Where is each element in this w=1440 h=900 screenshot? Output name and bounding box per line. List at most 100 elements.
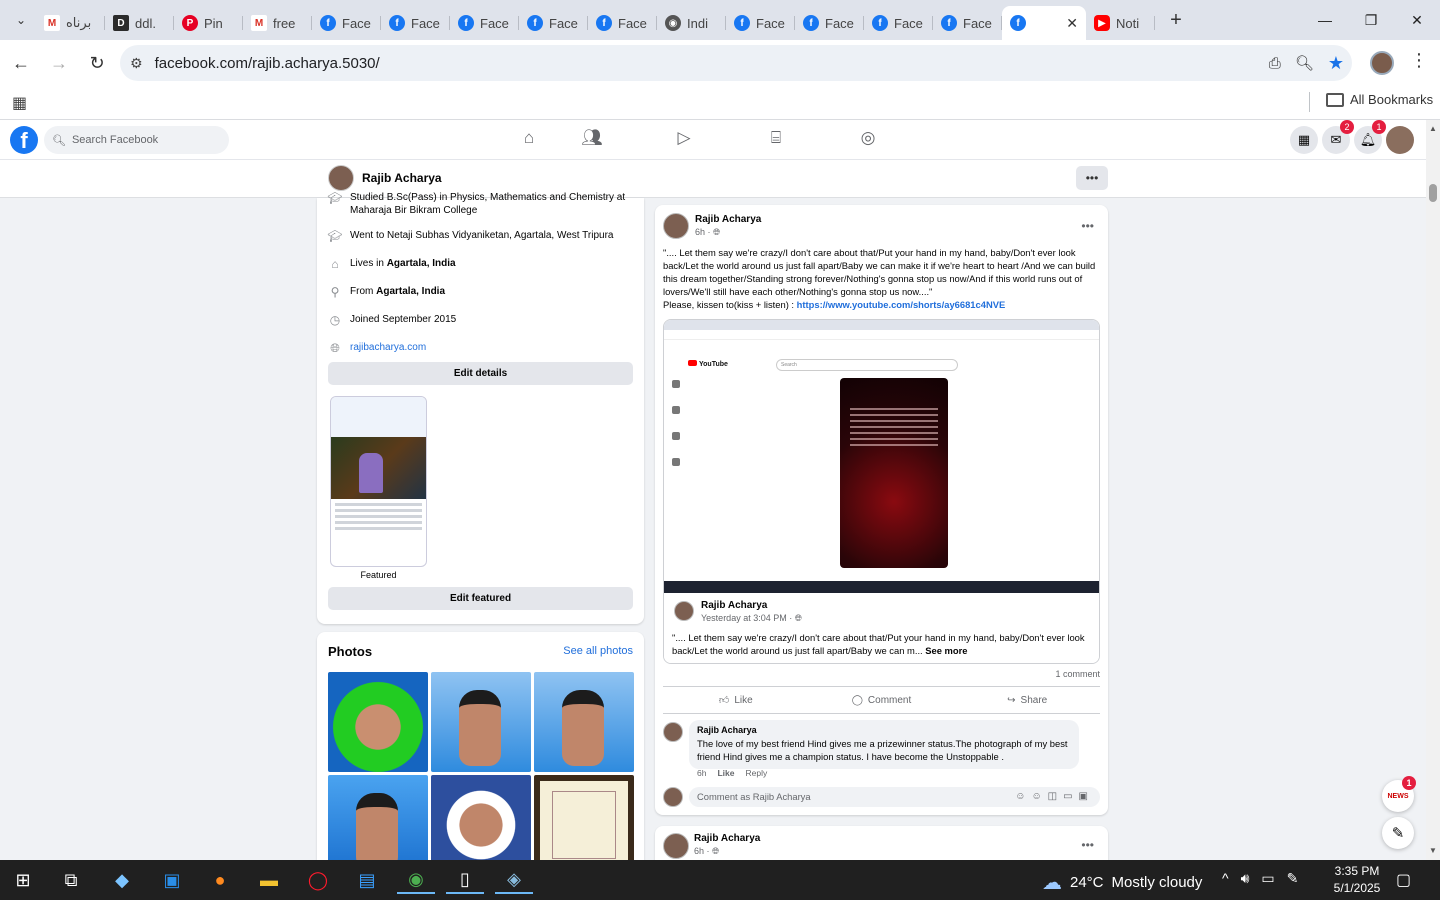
close-tab-icon[interactable]: ✕ [1066, 15, 1078, 32]
see-all-photos-link[interactable]: See all photos [563, 645, 633, 657]
microsoft-store-icon[interactable]: ▤ [348, 866, 386, 894]
comment-input[interactable]: Comment as Rajib Acharya ☺☺◫▭▣ [689, 787, 1100, 807]
browser-tab[interactable]: f Face [312, 7, 381, 39]
browser-tab[interactable]: Dddl. [105, 7, 174, 39]
notepad-icon[interactable]: ▯ [446, 866, 484, 894]
facebook-logo[interactable]: f [10, 126, 38, 154]
edit-details-button[interactable]: Edit details [328, 362, 633, 385]
profile-avatar[interactable] [328, 165, 354, 191]
chrome-profile-avatar[interactable] [1370, 51, 1394, 75]
post-author-avatar[interactable] [663, 213, 689, 239]
next-post-author[interactable]: Rajib Acharya [694, 833, 760, 844]
home-icon[interactable]: ⌂ [512, 128, 546, 148]
photos-app-icon[interactable]: ◈ [495, 866, 533, 894]
chrome-menu-icon[interactable]: ⋮ [1410, 50, 1428, 71]
browser-tab[interactable]: f Face [726, 7, 795, 39]
shared-time[interactable]: Yesterday at 3:04 PM · [701, 613, 795, 623]
comment-button[interactable]: ◯ Comment [809, 687, 955, 713]
forward-button[interactable]: → [42, 46, 76, 80]
browser-tab[interactable]: P Pin [174, 7, 243, 39]
bookmark-star-icon[interactable]: ★ [1328, 53, 1344, 74]
browser-tab[interactable]: ◉ Indi [657, 7, 726, 39]
browser-tab[interactable]: ▶ Noti [1086, 7, 1155, 39]
website-link[interactable]: rajibacharya.com [350, 341, 426, 354]
marketplace-icon[interactable]: ⌸ [730, 128, 822, 148]
file-explorer-icon[interactable]: ▬ [250, 866, 288, 894]
zoom-icon[interactable]: 🔍︎ [1295, 54, 1314, 72]
store-icon[interactable]: ▣ [153, 866, 191, 894]
share-button[interactable]: ↪ Share [954, 687, 1100, 713]
post-author-name[interactable]: Rajib Acharya [695, 214, 761, 225]
lives-place[interactable]: Agartala, India [387, 258, 456, 269]
comment-like-link[interactable]: Like [717, 768, 734, 778]
video-icon[interactable]: ▷ [638, 128, 730, 148]
firefox-icon[interactable]: ● [201, 866, 239, 894]
tab-search-button[interactable]: ⌄ [6, 6, 36, 34]
install-app-icon[interactable]: ⎙ [1269, 55, 1281, 72]
opera-icon[interactable]: ◯ [299, 866, 337, 894]
back-button[interactable]: ← [4, 46, 38, 80]
photo-thumbnail[interactable] [328, 775, 428, 872]
copilot-icon[interactable]: ◆ [103, 866, 141, 894]
comment-count[interactable]: 1 comment [1055, 669, 1100, 679]
scroll-down-arrow[interactable]: ▼ [1429, 846, 1437, 855]
photo-thumbnail[interactable] [431, 672, 531, 772]
reload-button[interactable]: ↻ [80, 46, 114, 80]
next-post-options-icon[interactable]: ••• [1081, 838, 1094, 852]
shared-author-avatar[interactable] [674, 601, 694, 621]
post-time[interactable]: 6h · [695, 227, 713, 237]
browser-tab-active[interactable]: f ✕ [1002, 6, 1086, 40]
comment-reply-link[interactable]: Reply [745, 768, 767, 778]
minimize-button[interactable]: — [1302, 0, 1348, 40]
shared-author-name[interactable]: Rajib Acharya [701, 600, 767, 611]
next-post-time[interactable]: 6h · [694, 846, 712, 856]
profile-more-button[interactable]: ••• [1076, 166, 1108, 190]
all-bookmarks-button[interactable]: All Bookmarks [1326, 92, 1433, 107]
gaming-icon[interactable]: ◎ [822, 128, 914, 148]
notifications-bell-icon[interactable]: 🔔︎ 1 [1354, 120, 1386, 154]
chevron-up-icon[interactable]: ^ [1222, 870, 1229, 887]
taskbar-clock[interactable]: 3:35 PM 5/1/2025 [1322, 863, 1392, 897]
volume-icon[interactable]: 🔊︎ [1241, 870, 1250, 887]
windows-start-icon[interactable]: ⊞ [4, 866, 42, 894]
browser-tab[interactable]: Mfree [243, 7, 312, 39]
facebook-search-input[interactable]: 🔍︎ Search Facebook [44, 126, 229, 154]
featured-thumbnail[interactable] [330, 396, 427, 567]
my-avatar-small[interactable] [663, 787, 683, 807]
weather-widget[interactable]: ☁ 24°C Mostly cloudy [1042, 870, 1202, 895]
notification-center-icon[interactable]: ▢ [1396, 870, 1411, 890]
network-icon[interactable]: ▭ [1261, 870, 1274, 887]
like-button[interactable]: 👍︎ Like [663, 687, 809, 713]
apps-grid-icon[interactable]: ▦ [12, 93, 27, 113]
commenter-name[interactable]: Rajib Acharya [697, 724, 1071, 737]
comment-time[interactable]: 6h [697, 768, 706, 778]
profile-name[interactable]: Rajib Acharya [362, 171, 442, 185]
browser-tab[interactable]: f Face [450, 7, 519, 39]
compose-message-button[interactable]: ✎ [1382, 817, 1414, 849]
page-scrollbar[interactable] [1426, 120, 1440, 860]
pen-icon[interactable]: ✎ [1287, 870, 1299, 887]
next-post-avatar[interactable] [663, 833, 689, 859]
from-place[interactable]: Agartala, India [376, 286, 445, 297]
browser-tab[interactable]: f Face [933, 7, 1002, 39]
site-info-icon[interactable]: ⚙ [130, 55, 143, 72]
new-tab-button[interactable]: + [1161, 6, 1191, 34]
messenger-icon[interactable]: ✉ 2 [1322, 120, 1354, 154]
comment-tool-icons[interactable]: ☺☺◫▭▣ [1015, 787, 1094, 807]
studied-school[interactable]: Maharaja Bir Bikram College [350, 205, 477, 216]
photo-thumbnail[interactable] [328, 672, 428, 772]
friends-icon[interactable]: 👥︎ [546, 128, 638, 148]
browser-tab[interactable]: M برناه [36, 7, 105, 39]
photo-thumbnail[interactable] [534, 672, 634, 772]
edit-featured-button[interactable]: Edit featured [328, 587, 633, 610]
address-bar[interactable]: ⚙ facebook.com/rajib.acharya.5030/ ⎙ 🔍︎ … [120, 45, 1352, 81]
youtube-link[interactable]: https://www.youtube.com/shorts/ay6681c4N… [797, 299, 1006, 310]
shared-post[interactable]: YouTube Search Rajib Acharya Yesterday a… [663, 319, 1100, 664]
maximize-button[interactable]: ❐ [1348, 0, 1394, 40]
news-floating-button[interactable]: NEWS 1 [1382, 776, 1416, 812]
photo-thumbnail[interactable] [534, 775, 634, 872]
chrome-icon[interactable]: ◉ [397, 866, 435, 894]
browser-tab[interactable]: f Face [795, 7, 864, 39]
scrollbar-thumb[interactable] [1429, 184, 1437, 202]
browser-tab[interactable]: f Face [381, 7, 450, 39]
